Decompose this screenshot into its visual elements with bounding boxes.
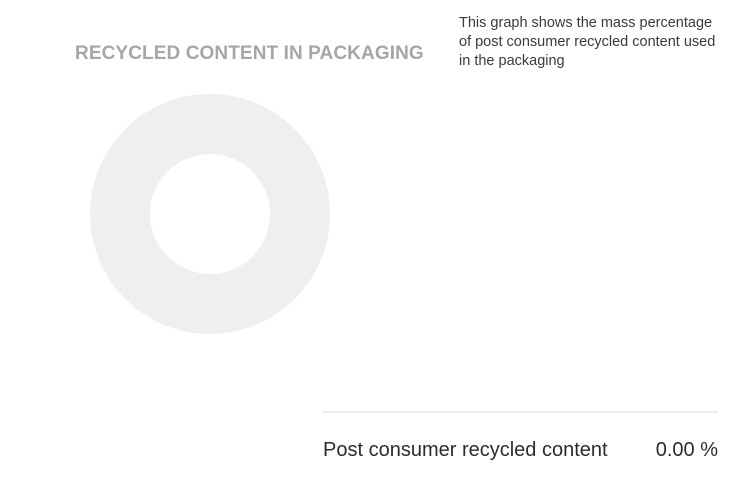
donut-empty-ring [90, 94, 330, 334]
divider [323, 411, 718, 413]
stat-row: Post consumer recycled content 0.00 % [323, 439, 718, 462]
donut-chart [90, 94, 330, 334]
stat-label: Post consumer recycled content [323, 439, 608, 461]
stat-value: 0.00 % [655, 439, 718, 461]
donut-group [90, 94, 330, 334]
